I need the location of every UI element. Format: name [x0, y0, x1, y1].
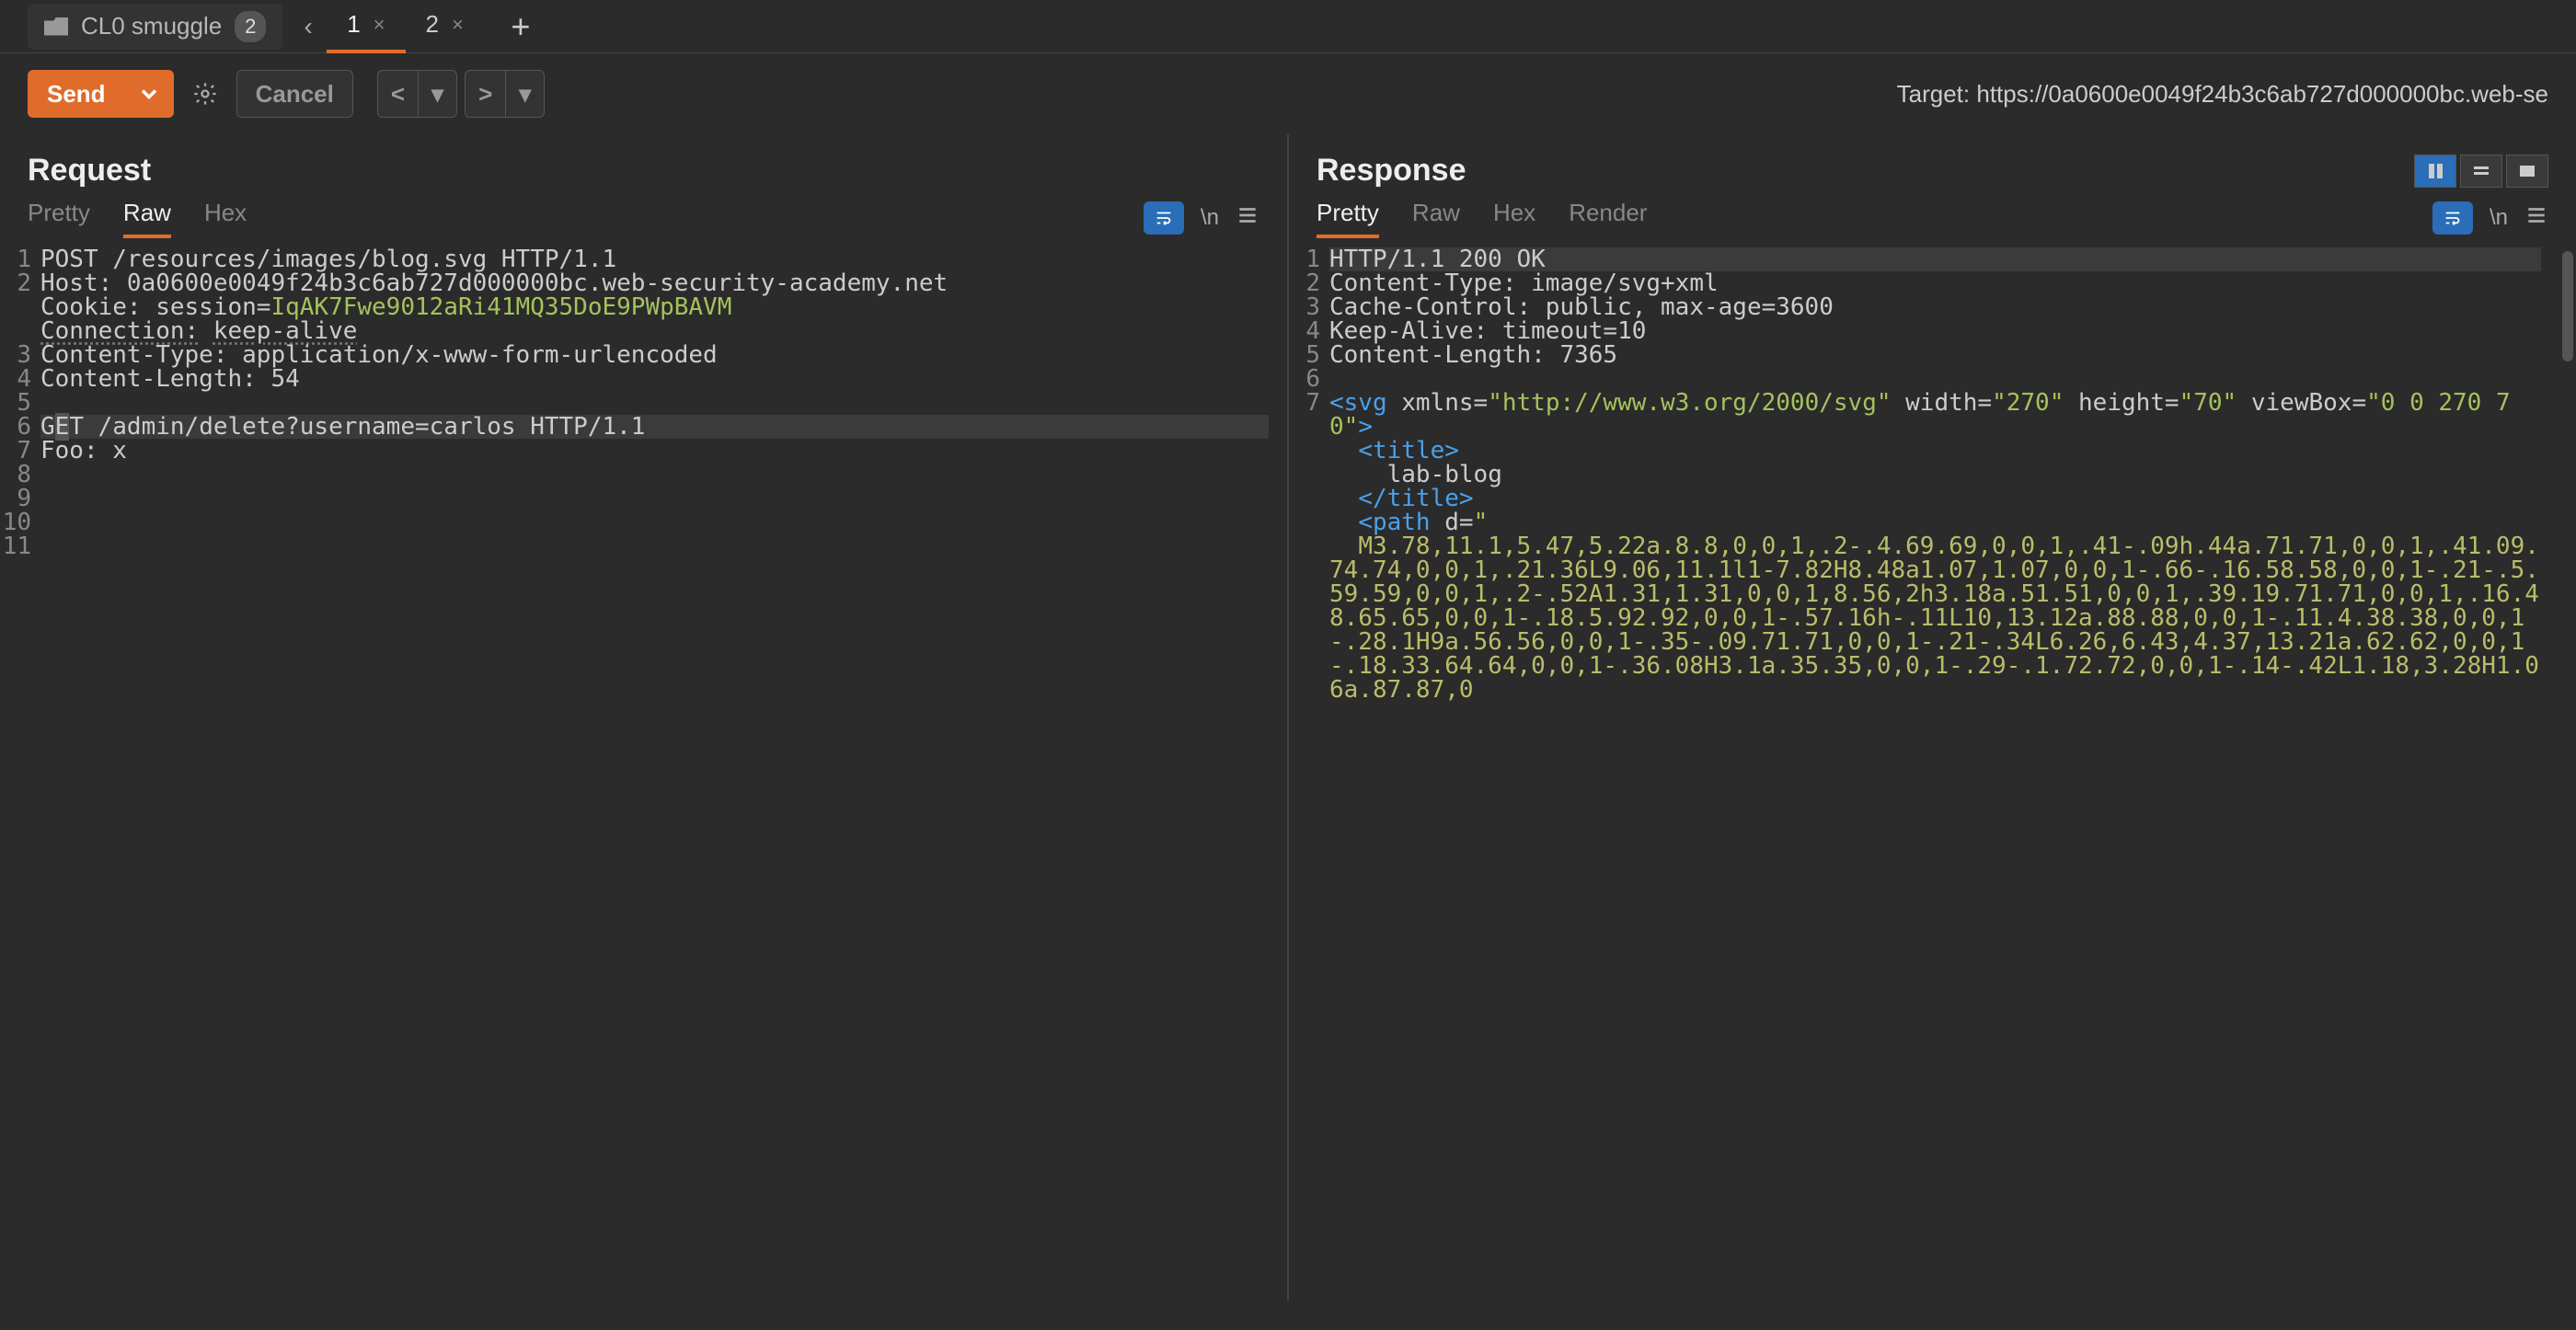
repeater-tab[interactable]: 1 × [327, 0, 405, 53]
response-title: Response [1317, 153, 1466, 189]
request-title: Request [28, 153, 151, 189]
history-back-button[interactable]: < [377, 70, 418, 118]
hamburger-icon [2524, 203, 2548, 227]
history-forward-button[interactable]: > [465, 70, 505, 118]
history-forward-group: > ▾ [465, 70, 545, 118]
subtab-pretty[interactable]: Pretty [28, 199, 90, 238]
repeater-tab[interactable]: 2 × [406, 0, 484, 53]
subtab-render[interactable]: Render [1569, 199, 1647, 238]
new-tab-button[interactable]: + [502, 8, 539, 45]
code-line[interactable]: Content-Type: image/svg+xml [1329, 271, 2541, 295]
request-gutter: 12 34567891011 [0, 247, 40, 1301]
code-line[interactable]: Keep-Alive: timeout=10 [1329, 319, 2541, 343]
wrap-icon [2443, 208, 2463, 228]
send-button[interactable]: Send [28, 70, 124, 118]
layout-rows-button[interactable] [2460, 155, 2502, 188]
top-tab-bar: CL0 smuggle 2 ‹ 1 ×2 × + [0, 0, 2576, 53]
subtab-hex[interactable]: Hex [1493, 199, 1535, 238]
panel-menu[interactable] [1236, 203, 1259, 234]
newline-toggle[interactable]: \n [1201, 205, 1219, 231]
request-panel: Request Pretty Raw Hex \n 12 34567891011 P… [0, 134, 1289, 1301]
history-back-dropdown[interactable]: ▾ [418, 70, 457, 118]
layout-buttons [2414, 155, 2548, 188]
response-editor[interactable]: 1234567 HTTP/1.1 200 OKContent-Type: ima… [1289, 242, 2576, 1301]
wrap-toggle-response[interactable] [2432, 201, 2473, 235]
folder-tab[interactable]: CL0 smuggle 2 [28, 4, 282, 50]
subtab-pretty[interactable]: Pretty [1317, 199, 1379, 238]
code-line[interactable]: Foo: x [40, 439, 1269, 463]
history-back-group: < ▾ [377, 70, 457, 118]
response-code[interactable]: HTTP/1.1 200 OKContent-Type: image/svg+x… [1329, 247, 2559, 1301]
code-line[interactable]: Cache-Control: public, max-age=3600 [1329, 295, 2541, 319]
scrollbar-thumb[interactable] [2562, 251, 2573, 361]
code-line[interactable] [40, 487, 1269, 510]
code-line[interactable]: Content-Length: 7365 [1329, 343, 2541, 367]
settings-button[interactable] [181, 70, 229, 118]
target-label: Target: https://0a0600e0049f24b3c6ab727d… [1897, 80, 2548, 109]
toolbar: Send Cancel < ▾ > ▾ Target: https://0a06… [0, 53, 2576, 134]
code-line[interactable] [1329, 367, 2541, 391]
history-forward-dropdown[interactable]: ▾ [505, 70, 545, 118]
response-scrollbar[interactable] [2559, 247, 2576, 1301]
response-subtabs: Pretty Raw Hex Render \n [1289, 194, 2576, 242]
close-icon[interactable]: × [374, 13, 385, 37]
hamburger-icon [1236, 203, 1259, 227]
response-gutter: 1234567 [1289, 247, 1329, 1301]
cancel-button[interactable]: Cancel [236, 70, 353, 118]
code-line[interactable]: HTTP/1.1 200 OK [1329, 247, 2541, 271]
subtab-raw[interactable]: Raw [1412, 199, 1460, 238]
send-dropdown[interactable] [124, 70, 174, 118]
request-subtabs: Pretty Raw Hex \n [0, 194, 1287, 242]
layout-single-button[interactable] [2506, 155, 2548, 188]
code-line[interactable]: Host: 0a0600e0049f24b3c6ab727d000000bc.w… [40, 271, 1269, 295]
response-panel: Response Pretty Raw Hex Render \n 1234567 [1289, 134, 2576, 1301]
subtab-hex[interactable]: Hex [204, 199, 247, 238]
folder-count-badge: 2 [235, 11, 266, 42]
code-line[interactable]: Connection: keep-alive [40, 319, 1269, 343]
subtab-raw[interactable]: Raw [123, 199, 171, 238]
panel-menu-response[interactable] [2524, 203, 2548, 234]
code-line[interactable]: <svg xmlns="http://www.w3.org/2000/svg" … [1329, 391, 2541, 702]
folder-icon [44, 17, 68, 36]
wrap-toggle[interactable] [1144, 201, 1184, 235]
request-editor[interactable]: 12 34567891011 POST /resources/images/bl… [0, 242, 1287, 1301]
code-line[interactable]: Cookie: session=IqAK7Fwe9012aRi41MQ35DoE… [40, 295, 1269, 319]
code-line[interactable] [40, 463, 1269, 487]
code-line[interactable]: POST /resources/images/blog.svg HTTP/1.1 [40, 247, 1269, 271]
chevron-down-icon [136, 81, 162, 107]
code-line[interactable]: Content-Type: application/x-www-form-url… [40, 343, 1269, 367]
layout-columns-button[interactable] [2414, 155, 2456, 188]
newline-toggle-response[interactable]: \n [2490, 205, 2508, 231]
folder-name: CL0 smuggle [81, 12, 222, 40]
request-code[interactable]: POST /resources/images/blog.svg HTTP/1.1… [40, 247, 1287, 1301]
code-line[interactable]: GET /admin/delete?username=carlos HTTP/1… [40, 415, 1269, 439]
gear-icon [192, 81, 218, 107]
close-icon[interactable]: × [452, 13, 464, 37]
main-split: Request Pretty Raw Hex \n 12 34567891011 P… [0, 134, 2576, 1301]
code-line[interactable]: Content-Length: 54 [40, 367, 1269, 391]
code-line[interactable] [40, 391, 1269, 415]
wrap-icon [1154, 208, 1174, 228]
prev-tab-arrow[interactable]: ‹ [290, 8, 327, 45]
